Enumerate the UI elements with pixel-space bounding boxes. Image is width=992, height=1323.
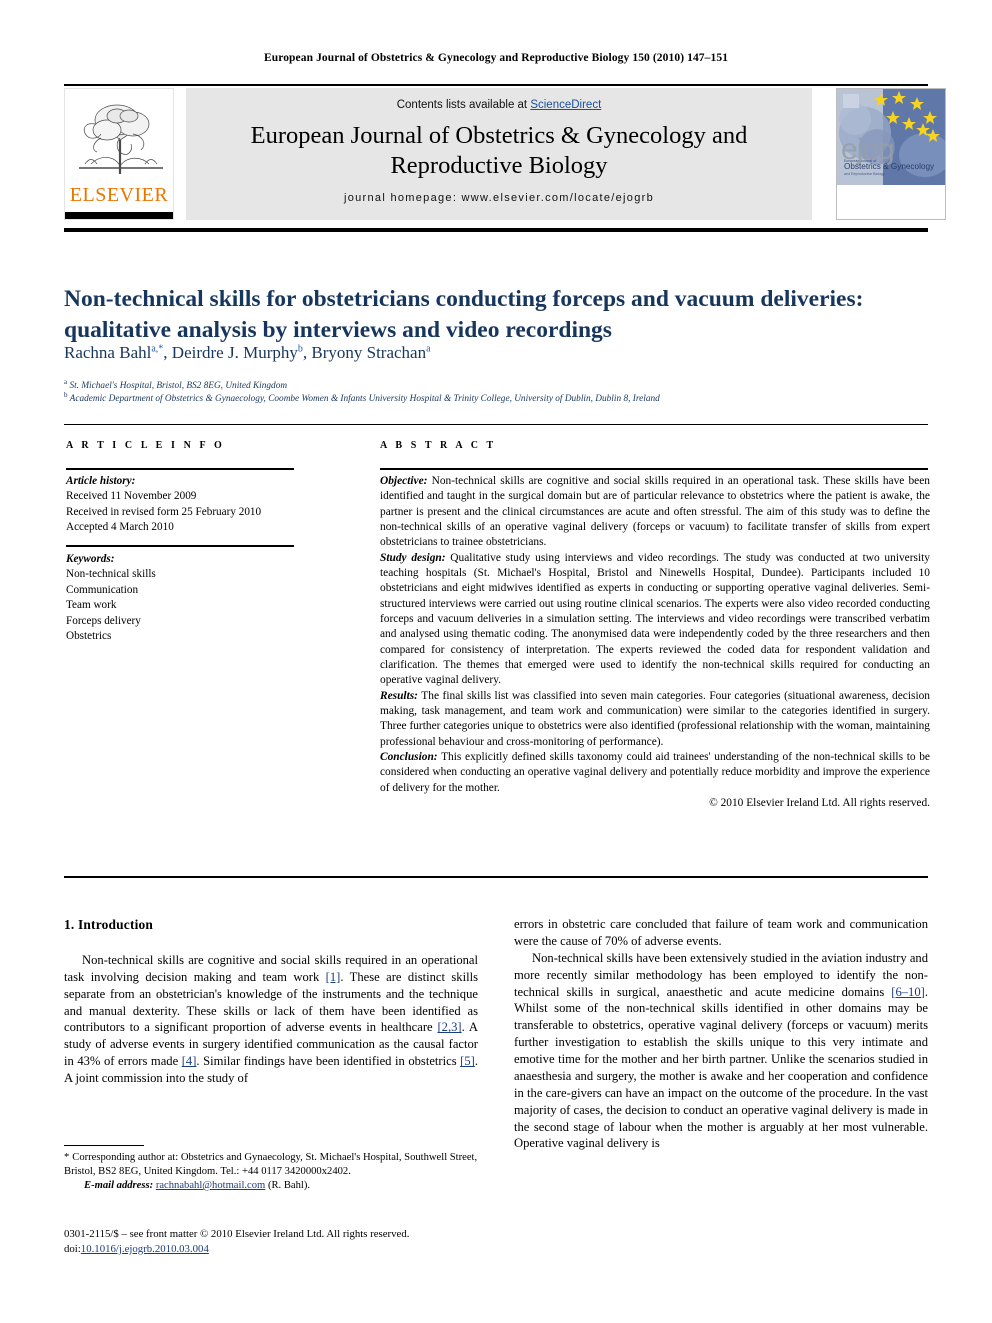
front-matter-block: 0301-2115/$ – see front matter © 2010 El…: [64, 1227, 494, 1257]
abstract-rule: [380, 468, 928, 470]
article-page: European Journal of Obstetrics & Gynecol…: [0, 0, 992, 1323]
affiliation-a: a St. Michael's Hospital, Bristol, BS2 8…: [64, 378, 944, 391]
keywords-block: Keywords: Non-technical skills Communica…: [66, 552, 302, 645]
citation-ref-6-10[interactable]: [6–10]: [891, 985, 925, 999]
cover-caption: European Journal of Obstetrics & Gynecol…: [844, 159, 939, 176]
citation-ref-4[interactable]: [4]: [182, 1054, 197, 1068]
body-column-right: errors in obstetric care concluded that …: [514, 916, 928, 1152]
keyword-item: Communication: [66, 583, 139, 596]
journal-title: European Journal of Obstetrics & Gynecol…: [186, 121, 812, 181]
body-column-left: 1. Introduction Non-technical skills are…: [64, 916, 478, 1087]
abstract-section-bottom-rule: [64, 876, 928, 878]
footnote-rule: [64, 1145, 144, 1146]
affiliation-b-marker: b: [64, 391, 68, 399]
doi-link[interactable]: 10.1016/j.ejogrb.2010.03.004: [81, 1243, 209, 1255]
keyword-item: Non-technical skills: [66, 568, 156, 581]
keywords-label: Keywords:: [66, 553, 115, 565]
author-list: Rachna Bahla,*, Deirdre J. Murphyb, Bryo…: [64, 343, 431, 362]
doi-line: doi:10.1016/j.ejogrb.2010.03.004: [64, 1242, 494, 1257]
journal-title-line-2: Reproductive Biology: [390, 151, 608, 179]
article-history-label: Article history:: [66, 475, 136, 487]
page-title: Non-technical skills for obstetricians c…: [64, 285, 864, 343]
intro-paragraph-left: Non-technical skills are cognitive and s…: [64, 952, 478, 1087]
intro-paragraph-right-2: Non-technical skills have been extensive…: [514, 950, 928, 1153]
journal-homepage: journal homepage: www.elsevier.com/locat…: [343, 191, 655, 204]
abstract-design-label: Study design:: [380, 551, 446, 564]
journal-banner: Contents lists available at ScienceDirec…: [186, 88, 812, 220]
abstract-results-label: Results:: [380, 689, 418, 702]
keyword-item: Obstetrics: [66, 630, 112, 643]
corresponding-author-text: Corresponding author at: Obstetrics and …: [64, 1152, 478, 1177]
abstract-study-design: Study design: Qualitative study using in…: [380, 551, 930, 689]
intro-right-text-1: errors in obstetric care concluded that …: [514, 917, 928, 948]
footnote-block: * Corresponding author at: Obstetrics an…: [64, 1151, 480, 1193]
affiliation-b: b Academic Department of Obstetrics & Gy…: [64, 391, 944, 404]
abstract-objective-label: Objective:: [380, 475, 428, 487]
cover-subline: and Reproductive Biology: [844, 171, 885, 176]
abstract-conclusion-text: This explicitly defined skills taxonomy …: [380, 750, 930, 794]
cover-journal-name: Obstetrics & Gynecology: [844, 162, 935, 171]
email-link[interactable]: rachnabahl@hotmail.com: [156, 1180, 265, 1191]
contents-line: Contents lists available at ScienceDirec…: [186, 99, 812, 111]
abstract-objective-text: Non-technical skills are cognitive and s…: [380, 475, 930, 549]
abstract-conclusion-label: Conclusion:: [380, 750, 438, 763]
abstract-section-top-rule: [64, 424, 928, 425]
article-info-heading: A R T I C L E I N F O: [66, 440, 225, 451]
abstract-results-text: The final skills list was classified int…: [380, 689, 930, 748]
article-info-rule-2: [66, 545, 294, 547]
article-info-rule-1: [66, 468, 294, 470]
journal-masthead: ELSEVIER Contents lists available at Sci…: [64, 86, 946, 222]
contents-prefix: Contents lists available at: [396, 99, 531, 111]
citation-ref-1[interactable]: [1]: [326, 970, 341, 984]
elsevier-wordmark: ELSEVIER: [69, 184, 169, 206]
affiliation-b-text: Academic Department of Obstetrics & Gyna…: [69, 394, 660, 405]
intro-text-4: . Similar findings have been identified …: [196, 1054, 461, 1069]
affiliation-a-text: St. Michael's Hospital, Bristol, BS2 8EG…: [69, 381, 288, 392]
intro-right-text-3: . Whilst some of the non-technical skill…: [514, 984, 928, 1151]
article-history-item: Received 11 November 2009: [66, 490, 197, 503]
abstract-heading: A B S T R A C T: [380, 440, 497, 451]
keyword-item: Team work: [66, 599, 117, 612]
journal-cover-thumbnail: ejog European Journal of Obstetrics & Gy…: [836, 88, 946, 220]
masthead-bottom-rule: [64, 228, 928, 232]
citation-ref-5[interactable]: [5]: [460, 1054, 475, 1068]
front-matter-line: 0301-2115/$ – see front matter © 2010 El…: [64, 1228, 410, 1240]
intro-paragraph-right-1: errors in obstetric care concluded that …: [514, 916, 928, 950]
keyword-item: Forceps delivery: [66, 614, 141, 627]
doi-label: doi:: [64, 1242, 81, 1255]
article-history-item: Received in revised form 25 February 201…: [66, 505, 262, 518]
affiliation-a-marker: a: [64, 378, 68, 386]
abstract-objective: Objective: Non-technical skills are cogn…: [380, 474, 930, 551]
email-label: E-mail address:: [84, 1179, 154, 1191]
abstract-body: Objective: Non-technical skills are cogn…: [380, 474, 930, 811]
section-heading-introduction: 1. Introduction: [64, 917, 154, 932]
elsevier-tree-icon: [79, 104, 163, 174]
abstract-copyright: © 2010 Elsevier Ireland Ltd. All rights …: [709, 796, 930, 809]
abstract-conclusion: Conclusion: This explicitly defined skil…: [380, 750, 930, 796]
article-history-item: Accepted 4 March 2010: [66, 521, 174, 534]
abstract-design-text: Qualitative study using interviews and v…: [380, 551, 930, 687]
journal-title-line-1: European Journal of Obstetrics & Gynecol…: [250, 122, 748, 149]
citation-ref-2-3[interactable]: [2,3]: [437, 1020, 461, 1034]
elsevier-bottom-bar: [65, 212, 173, 219]
email-suffix: (R. Bahl).: [265, 1179, 311, 1191]
abstract-results: Results: The final skills list was class…: [380, 689, 930, 750]
article-history: Article history: Received 11 November 20…: [66, 474, 302, 536]
sciencedirect-link[interactable]: ScienceDirect: [530, 99, 601, 111]
email-line: E-mail address: rachnabahl@hotmail.com (…: [64, 1179, 480, 1193]
intro-right-text-2: Non-technical skills have been extensive…: [514, 950, 928, 999]
running-head: European Journal of Obstetrics & Gynecol…: [263, 52, 729, 64]
elsevier-logo: ELSEVIER: [64, 88, 174, 220]
